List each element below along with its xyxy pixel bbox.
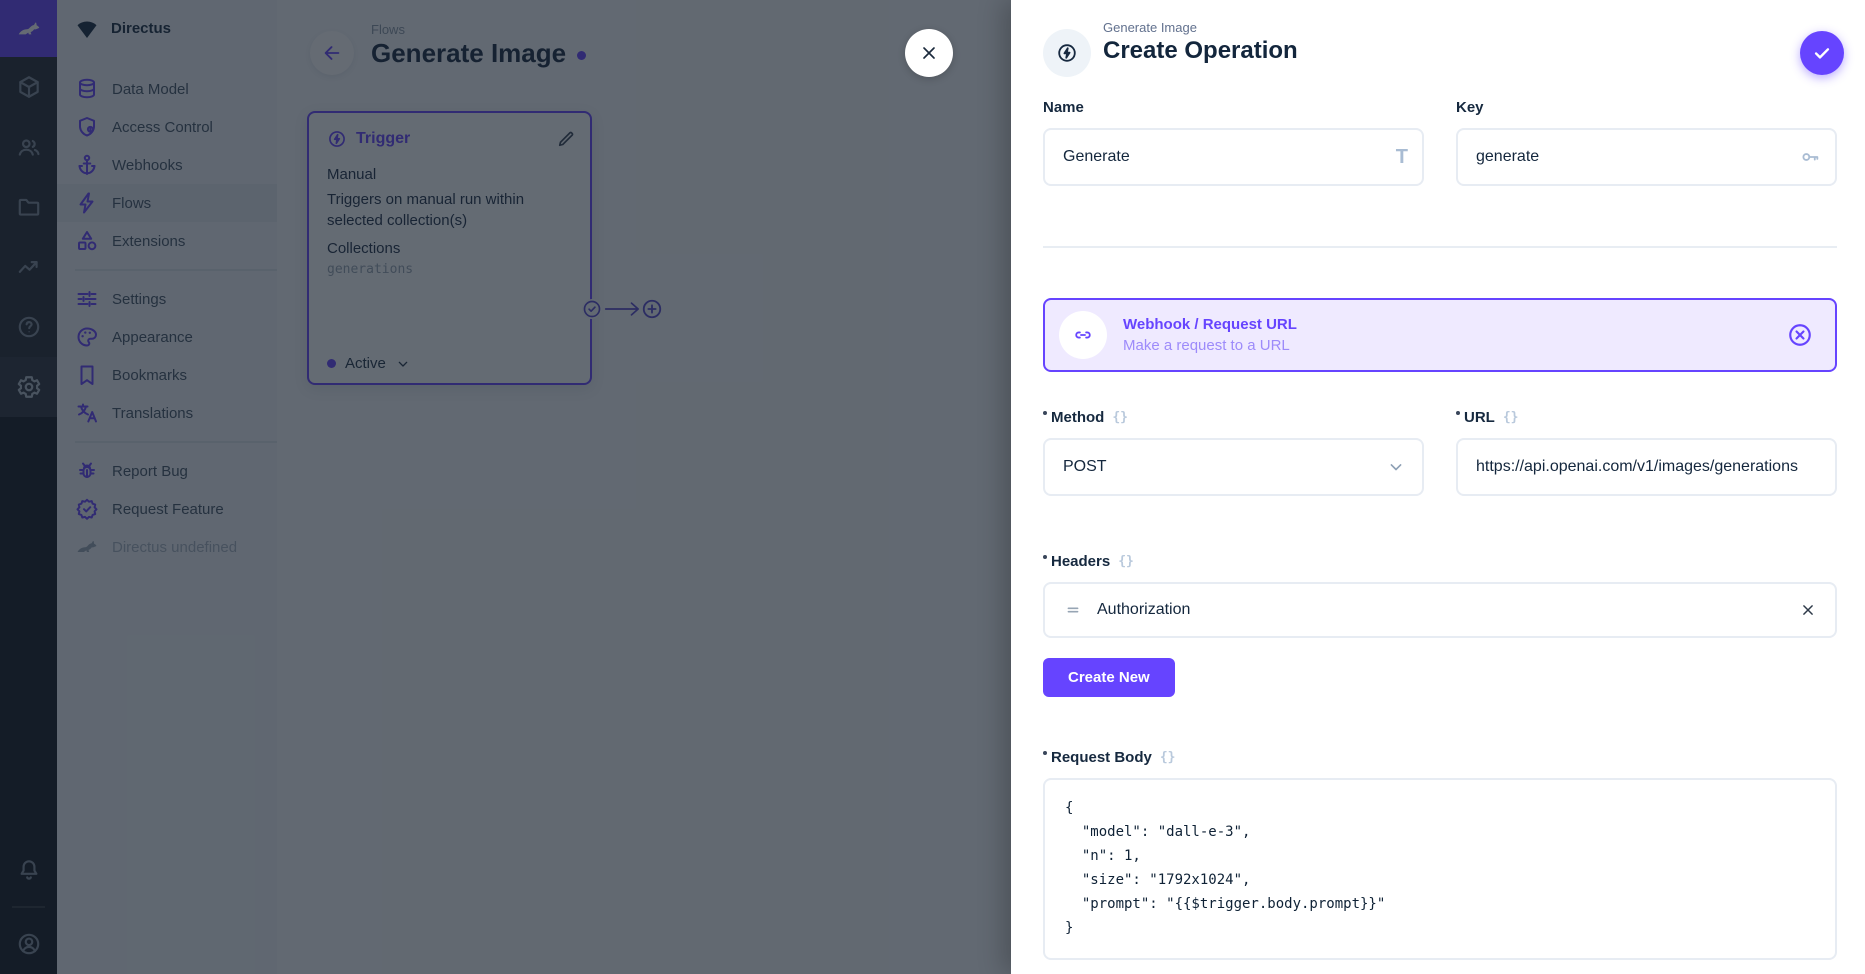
deselect-circle-x-icon[interactable] [1787,322,1813,348]
raw-value-icon[interactable]: {} [1503,410,1519,425]
key-icon [1799,146,1821,168]
header-list-item: Authorization [1043,582,1837,638]
webhook-card-title: Webhook / Request URL [1123,316,1787,333]
create-operation-drawer: Generate Image Create Operation Name T K… [1011,0,1865,974]
operation-type-webhook-card[interactable]: Webhook / Request URL Make a request to … [1043,298,1837,372]
raw-value-icon[interactable]: {} [1160,750,1176,765]
code-line: "prompt": "{{$trigger.body.prompt}}" [1065,892,1815,916]
webhook-card-subtitle: Make a request to a URL [1123,337,1787,354]
name-input[interactable] [1043,128,1424,186]
code-line: } [1065,916,1815,940]
method-field: Method {} POST [1043,408,1424,496]
code-line: { [1065,796,1815,820]
remove-header-icon[interactable] [1799,601,1817,619]
key-input[interactable] [1456,128,1837,186]
method-select[interactable]: POST [1043,438,1424,496]
url-input[interactable] [1456,438,1837,496]
request-body-section: Request Body {} { "model": "dall-e-3", "… [1043,748,1837,960]
header-item-label[interactable]: Authorization [1097,601,1799,619]
link-icon-circle [1059,311,1107,359]
headers-section: Headers {} Authorization Create New [1043,552,1837,697]
close-icon [919,43,939,63]
link-icon [1072,324,1094,346]
create-new-header-button[interactable]: Create New [1043,658,1175,697]
title-format-icon: T [1396,128,1408,186]
url-field: URL {} [1456,408,1837,496]
code-line: "n": 1, [1065,844,1815,868]
required-dot [1456,411,1460,415]
code-line: "model": "dall-e-3", [1065,820,1815,844]
code-line: "size": "1792x1024", [1065,868,1815,892]
required-dot [1043,751,1047,755]
required-dot [1043,411,1047,415]
section-divider [1043,246,1837,248]
raw-value-icon[interactable]: {} [1112,410,1128,425]
drag-handle-icon[interactable] [1063,600,1083,620]
required-dot [1043,555,1047,559]
key-field: Key [1456,98,1837,186]
request-body-editor[interactable]: { "model": "dall-e-3", "n": 1, "size": "… [1043,778,1837,960]
name-field: Name T [1043,98,1424,186]
close-drawer-button[interactable] [905,29,953,77]
chevron-down-icon [1386,457,1406,477]
directus-app: Directus Data Model Access Control Webho… [0,0,1865,974]
raw-value-icon[interactable]: {} [1118,554,1134,569]
